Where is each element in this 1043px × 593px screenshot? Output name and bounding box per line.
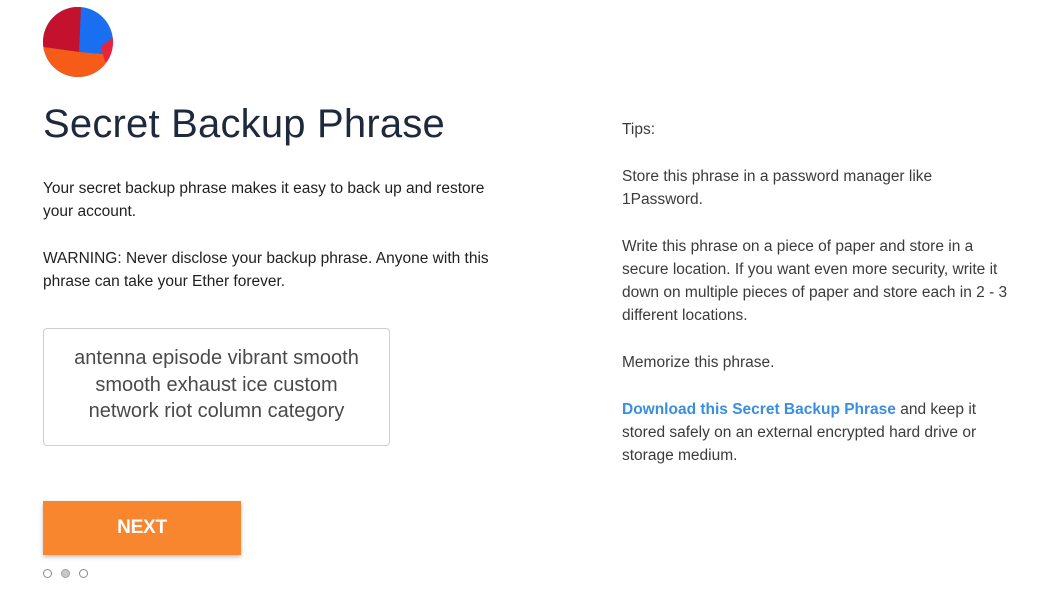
tip-paper: Write this phrase on a piece of paper an… xyxy=(622,238,1008,324)
tip-memorize: Memorize this phrase. xyxy=(622,354,775,371)
tip-password-manager: Store this phrase in a password manager … xyxy=(622,168,933,208)
avatar xyxy=(43,7,113,77)
pagination-dot-active xyxy=(61,569,70,578)
tips-panel: Tips: Store this phrase in a password ma… xyxy=(622,118,1012,491)
pagination-dot xyxy=(79,569,88,578)
intro-text: Your secret backup phrase makes it easy … xyxy=(43,180,485,220)
backup-phrase-text[interactable]: antenna episode vibrant smooth smooth ex… xyxy=(66,345,367,425)
pagination-dots xyxy=(43,569,88,578)
warning-text: WARNING: Never disclose your backup phra… xyxy=(43,250,489,290)
tips-heading: Tips: xyxy=(622,121,656,138)
backup-phrase-box[interactable]: antenna episode vibrant smooth smooth ex… xyxy=(43,328,390,446)
identicon-avatar-icon xyxy=(43,7,113,77)
tip-download: Download this Secret Backup Phrase and k… xyxy=(622,398,1012,467)
next-button[interactable]: NEXT xyxy=(43,501,241,555)
pagination-dot xyxy=(43,569,52,578)
download-phrase-link[interactable]: Download this Secret Backup Phrase xyxy=(622,401,896,418)
page-title: Secret Backup Phrase xyxy=(43,102,445,146)
